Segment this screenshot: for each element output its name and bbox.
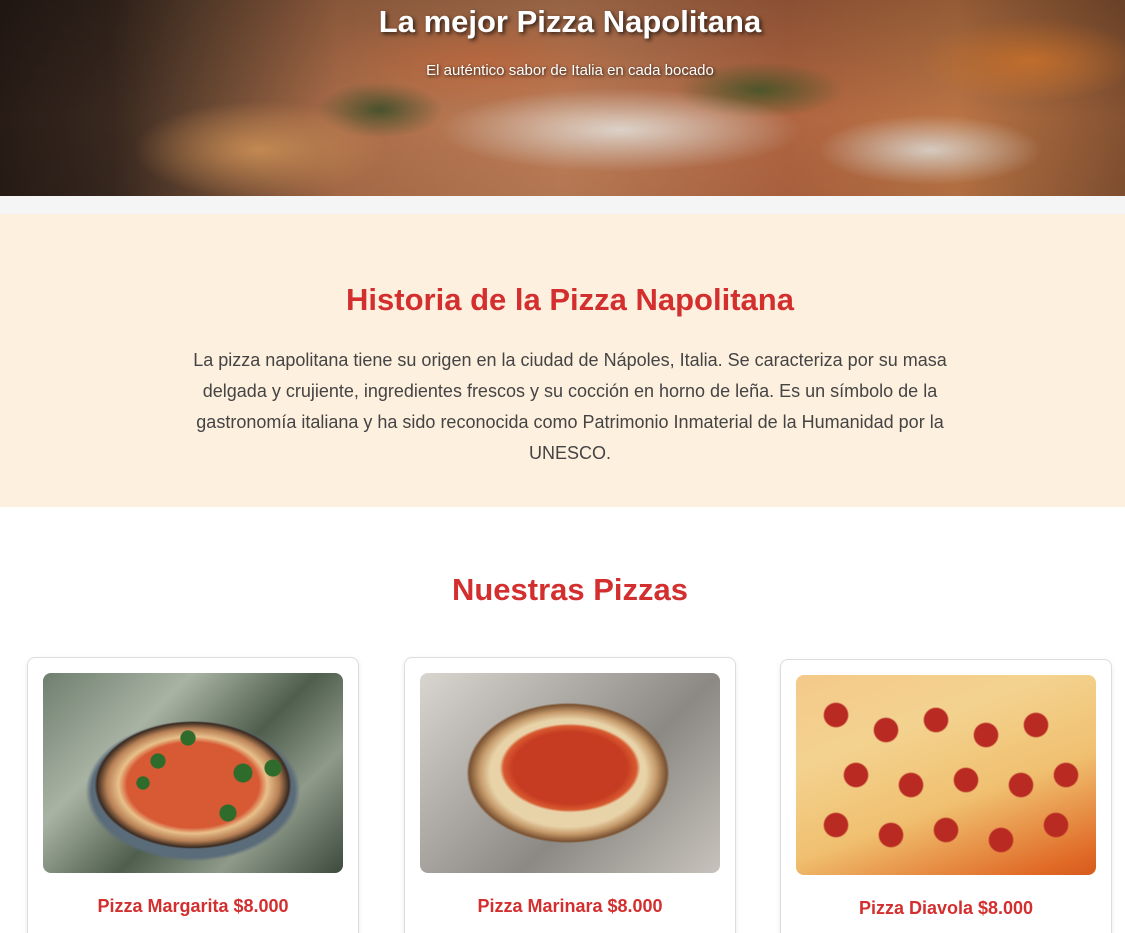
pizza-card-label: Pizza Marinara $8.000 (477, 896, 663, 916)
hero-banner: La mejor Pizza Napolitana El auténtico s… (0, 0, 1125, 196)
history-section: Historia de la Pizza Napolitana La pizza… (0, 214, 1125, 507)
pizza-card-marinara[interactable]: Pizza Marinara $8.000 (404, 657, 736, 933)
hero-title: La mejor Pizza Napolitana (378, 4, 762, 39)
history-title: Historia de la Pizza Napolitana (346, 282, 794, 317)
pizza-marinara-image (420, 673, 720, 873)
section-divider (0, 196, 1125, 214)
hero-subtitle: El auténtico sabor de Italia en cada boc… (426, 62, 714, 79)
pizza-card-margarita[interactable]: Pizza Margarita $8.000 (27, 657, 359, 933)
pizza-card-diavola[interactable]: Pizza Diavola $8.000 (780, 659, 1112, 933)
pizza-card-label: Pizza Margarita $8.000 (97, 896, 289, 916)
pizzas-title: Nuestras Pizzas (451, 572, 689, 607)
pizza-margarita-image (43, 673, 343, 873)
history-text: La pizza napolitana tiene su origen en l… (193, 350, 947, 463)
pizza-diavola-image (796, 675, 1096, 875)
pizza-card-label: Pizza Diavola $8.000 (858, 898, 1034, 918)
